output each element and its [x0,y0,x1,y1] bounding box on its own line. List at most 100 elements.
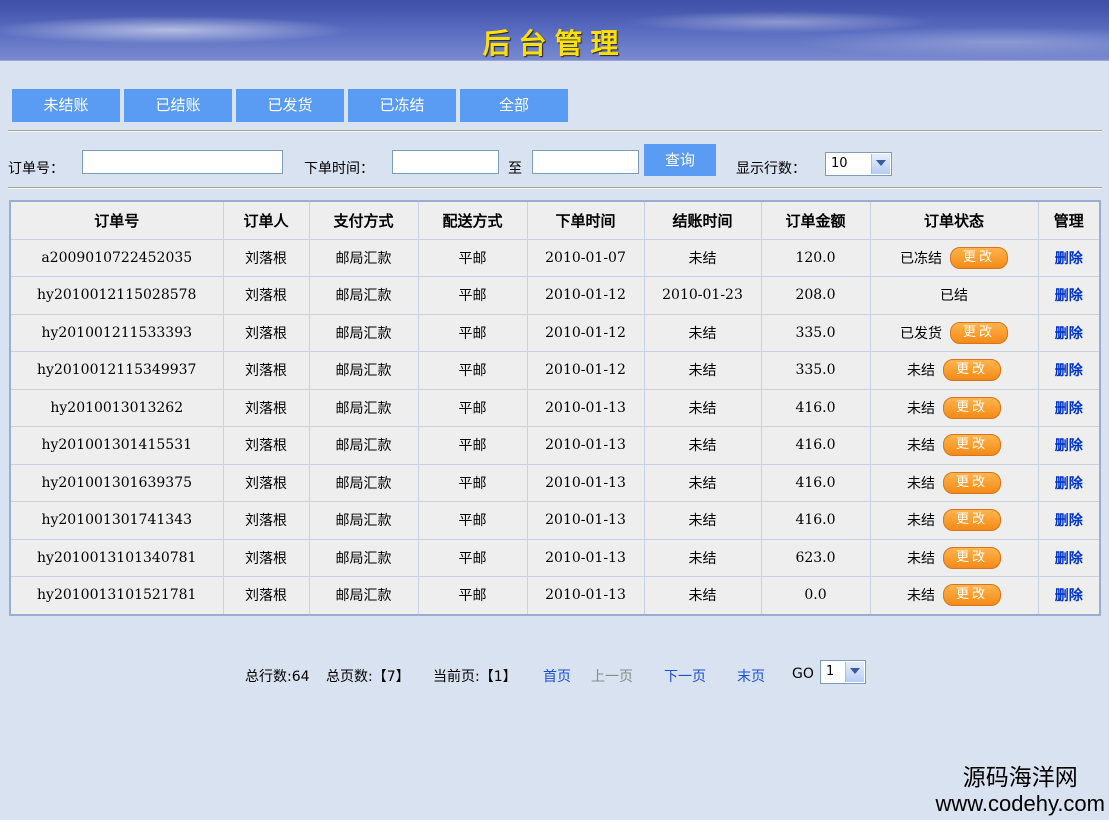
tab-unsettled[interactable]: 未结账 [12,89,120,122]
go-page-select[interactable]: 1 [820,660,866,684]
change-state-button[interactable]: 更改 [943,546,1001,569]
rows-select-value: 10 [831,156,848,171]
tab-frozen[interactable]: 已冻结 [348,89,456,122]
cell-order-time: 2010-01-12 [526,276,645,315]
header-banner: 后台管理 [0,0,1109,61]
cell-settle-time: 2010-01-23 [643,276,762,315]
cell-payment: 邮局汇款 [308,276,419,315]
col-header-payment: 支付方式 [308,200,419,240]
cell-manage: 删除 [1037,276,1101,315]
change-state-button[interactable]: 更改 [943,434,1001,457]
order-no-input[interactable] [82,150,283,174]
cell-order-no: hy201001301415531 [9,426,224,465]
delete-link[interactable]: 删除 [1055,476,1083,492]
cell-settle-time: 未结 [643,501,762,540]
change-state-button[interactable]: 更改 [943,396,1001,419]
cell-settle-time: 未结 [643,238,762,277]
tab-settled[interactable]: 已结账 [124,89,232,122]
state-wrap: 未结 更改 [907,546,1001,569]
tab-shipped[interactable]: 已发货 [236,89,344,122]
cell-order-no: hy2010013101521781 [9,576,224,615]
cell-order-time: 2010-01-13 [526,538,645,577]
change-state-button[interactable]: 更改 [950,246,1008,269]
state-text: 已冻结 [900,250,942,267]
cell-customer: 刘落根 [222,576,310,615]
delete-link[interactable]: 删除 [1055,363,1083,379]
search-bar: 订单号： 下单时间： 至 查询 显示行数： 10 [0,144,1109,184]
state-wrap: 未结 更改 [907,471,1001,494]
delete-link[interactable]: 删除 [1055,251,1083,267]
cell-customer: 刘落根 [222,238,310,277]
cell-delivery: 平邮 [417,576,528,615]
divider-bottom [8,187,1102,189]
cell-delivery: 平邮 [417,388,528,427]
change-state-button[interactable]: 更改 [943,359,1001,382]
cell-delivery: 平邮 [417,351,528,390]
watermark: 源码海洋网 www.codehy.com [935,764,1105,816]
state-wrap: 未结 更改 [907,396,1001,419]
go-label: GO [792,666,814,682]
prev-page-link[interactable]: 上一页 [591,666,633,686]
go-page-value: 1 [826,664,835,679]
change-state-button[interactable]: 更改 [950,321,1008,344]
cell-manage: 删除 [1037,538,1101,577]
cell-order-time: 2010-01-12 [526,313,645,352]
cell-amount: 416.0 [760,426,871,465]
date-from-input[interactable] [392,150,499,174]
cell-order-time: 2010-01-13 [526,576,645,615]
rows-select[interactable]: 10 [825,152,892,176]
cell-amount: 0.0 [760,576,871,615]
cell-order-time: 2010-01-13 [526,463,645,502]
cell-order-time: 2010-01-13 [526,388,645,427]
cell-state: 未结 更改 [869,463,1039,502]
cell-payment: 邮局汇款 [308,238,419,277]
cell-order-no: hy2010012115028578 [9,276,224,315]
pagination: 总行数:64 总页数:【7】 当前页:【1】 首页 上一页 下一页 末页 GO … [0,660,1109,690]
cell-amount: 335.0 [760,313,871,352]
cell-manage: 删除 [1037,501,1101,540]
delete-link[interactable]: 删除 [1055,288,1083,304]
state-text: 未结 [907,588,935,605]
delete-link[interactable]: 删除 [1055,326,1083,342]
cell-order-time: 2010-01-12 [526,351,645,390]
delete-link[interactable]: 删除 [1055,401,1083,417]
cell-delivery: 平邮 [417,313,528,352]
cell-payment: 邮局汇款 [308,426,419,465]
cell-delivery: 平邮 [417,276,528,315]
last-page-link[interactable]: 末页 [737,666,765,686]
delete-link[interactable]: 删除 [1055,551,1083,567]
to-label: 至 [508,161,522,177]
date-to-input[interactable] [532,150,639,174]
cell-manage: 删除 [1037,313,1101,352]
state-text: 未结 [907,438,935,455]
state-text: 已发货 [900,325,942,342]
col-header-manage: 管理 [1037,200,1101,240]
cell-amount: 623.0 [760,538,871,577]
cell-amount: 416.0 [760,501,871,540]
table-row: hy201001301639375 刘落根 邮局汇款 平邮 2010-01-13 未结 41… [9,463,1101,502]
query-button[interactable]: 查询 [644,144,716,176]
col-header-delivery: 配送方式 [417,200,528,240]
chevron-down-icon[interactable] [845,662,864,682]
change-state-button[interactable]: 更改 [943,509,1001,532]
table-row: hy201001301415531 刘落根 邮局汇款 平邮 2010-01-13 未结 41… [9,426,1101,465]
cell-payment: 邮局汇款 [308,463,419,502]
change-state-button[interactable]: 更改 [943,584,1001,607]
delete-link[interactable]: 删除 [1055,588,1083,604]
first-page-link[interactable]: 首页 [543,666,571,686]
state-text: 未结 [907,475,935,492]
orders-body: a2009010722452035 刘落根 邮局汇款 平邮 2010-01-07 未结 12… [9,238,1101,615]
next-page-link[interactable]: 下一页 [664,666,706,686]
table-row: a2009010722452035 刘落根 邮局汇款 平邮 2010-01-07 未结 12… [9,238,1101,277]
state-text: 未结 [907,363,935,380]
cell-customer: 刘落根 [222,538,310,577]
cell-manage: 删除 [1037,238,1101,277]
tab-all[interactable]: 全部 [460,89,568,122]
delete-link[interactable]: 删除 [1055,513,1083,529]
orders-table: 订单号 订单人 支付方式 配送方式 下单时间 结账时间 订单金额 订单状态 管理… [9,200,1101,616]
change-state-button[interactable]: 更改 [943,471,1001,494]
cell-state: 已结 [869,276,1039,315]
chevron-down-icon[interactable] [871,154,890,174]
cell-state: 未结 更改 [869,351,1039,390]
delete-link[interactable]: 删除 [1055,438,1083,454]
